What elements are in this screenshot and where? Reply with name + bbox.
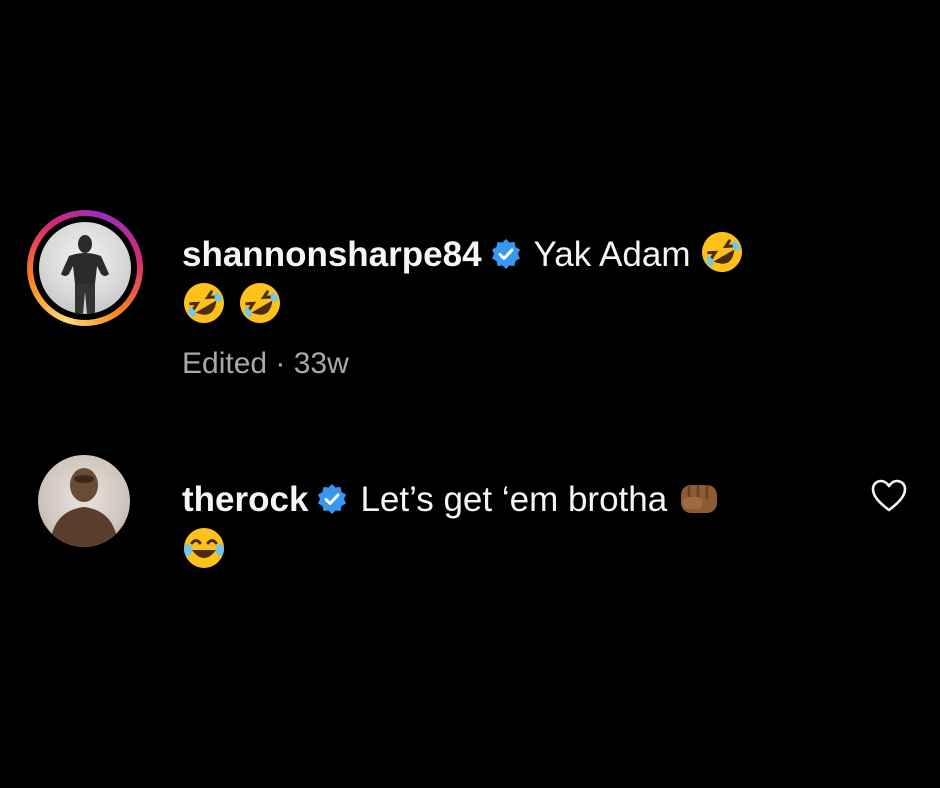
avatar[interactable] — [38, 455, 130, 547]
comment-first-line: shannonsharpe84 Yak Adam — [182, 230, 842, 279]
comment-text: Let’s get ‘em brotha — [360, 480, 668, 519]
comment-meta: Edited · 33w — [182, 347, 349, 380]
oncoming-fist-icon — [681, 485, 718, 513]
rolling-on-floor-laughing-icon — [702, 232, 743, 272]
person-portrait-icon — [50, 468, 118, 547]
comment-first-line: therock Let’s get ‘em brotha — [182, 475, 842, 524]
verified-badge-icon — [318, 484, 347, 514]
username[interactable]: shannonsharpe84 — [182, 235, 482, 274]
person-silhouette-icon — [61, 235, 109, 314]
rolling-on-floor-laughing-icon — [240, 283, 280, 323]
verified-badge-icon — [491, 239, 520, 269]
avatar[interactable] — [27, 210, 143, 326]
comment-text: Yak Adam — [533, 235, 691, 274]
comment-second-line — [182, 526, 842, 578]
username[interactable]: therock — [182, 480, 308, 519]
comment-body: shannonsharpe84 Yak Adam Edited · 33w — [182, 230, 842, 381]
heart-outline-icon[interactable] — [871, 479, 907, 513]
avatar-image — [39, 222, 131, 314]
comment-second-line — [182, 281, 842, 333]
comment-body: therock Let’s get ‘em brotha — [182, 475, 842, 578]
rolling-on-floor-laughing-icon — [184, 283, 224, 323]
face-with-tears-of-joy-icon — [184, 528, 224, 568]
